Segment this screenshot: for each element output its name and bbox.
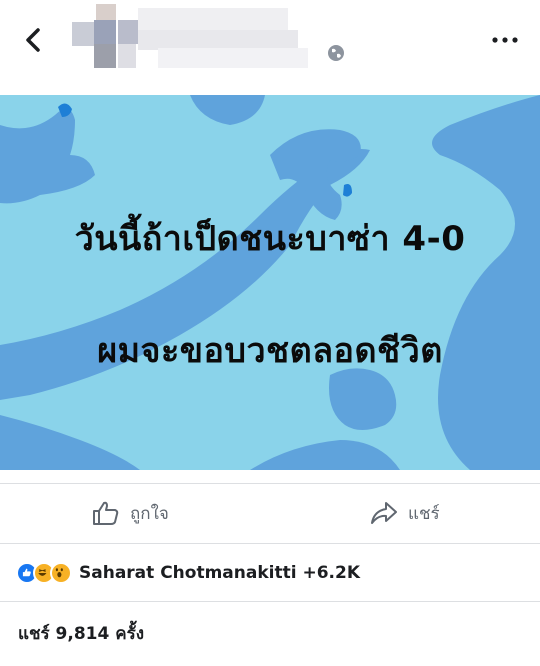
post-text-line-2: ผมจะขอบวชตลอดชีวิต (97, 331, 443, 371)
share-button[interactable]: แชร์ (370, 483, 440, 543)
background-illustration (0, 95, 540, 470)
share-arrow-icon (371, 502, 397, 524)
action-bar: ถูกใจ แชร์ (0, 483, 540, 543)
post-content-card[interactable]: วันนี้ถ้าเป็ดชนะบาซ่า 4-0 ผมจะขอบวชตลอดช… (0, 95, 540, 470)
globe-icon (327, 44, 345, 62)
post-text-line-1: วันนี้ถ้าเป็ดชนะบาซ่า 4-0 (74, 219, 466, 259)
share-label: แชร์ (408, 503, 440, 524)
divider (0, 543, 540, 544)
divider (0, 601, 540, 602)
reaction-names[interactable]: Saharat Chotmanakitti +6.2K (79, 563, 360, 583)
more-horizontal-icon (492, 37, 518, 43)
chevron-left-icon (26, 28, 40, 52)
post-header (0, 0, 540, 95)
wow-reaction-icon (50, 562, 72, 584)
share-count[interactable]: แชร์ 9,814 ครั้ง (18, 620, 144, 647)
reactions-summary[interactable]: Saharat Chotmanakitti +6.2K (16, 558, 526, 588)
like-button[interactable]: ถูกใจ (92, 483, 169, 543)
author-name-blurred[interactable] (62, 4, 322, 70)
thumbs-up-outline-icon (93, 501, 119, 525)
more-options-button[interactable] (488, 30, 522, 50)
back-button[interactable] (20, 24, 48, 56)
like-label: ถูกใจ (130, 503, 169, 524)
